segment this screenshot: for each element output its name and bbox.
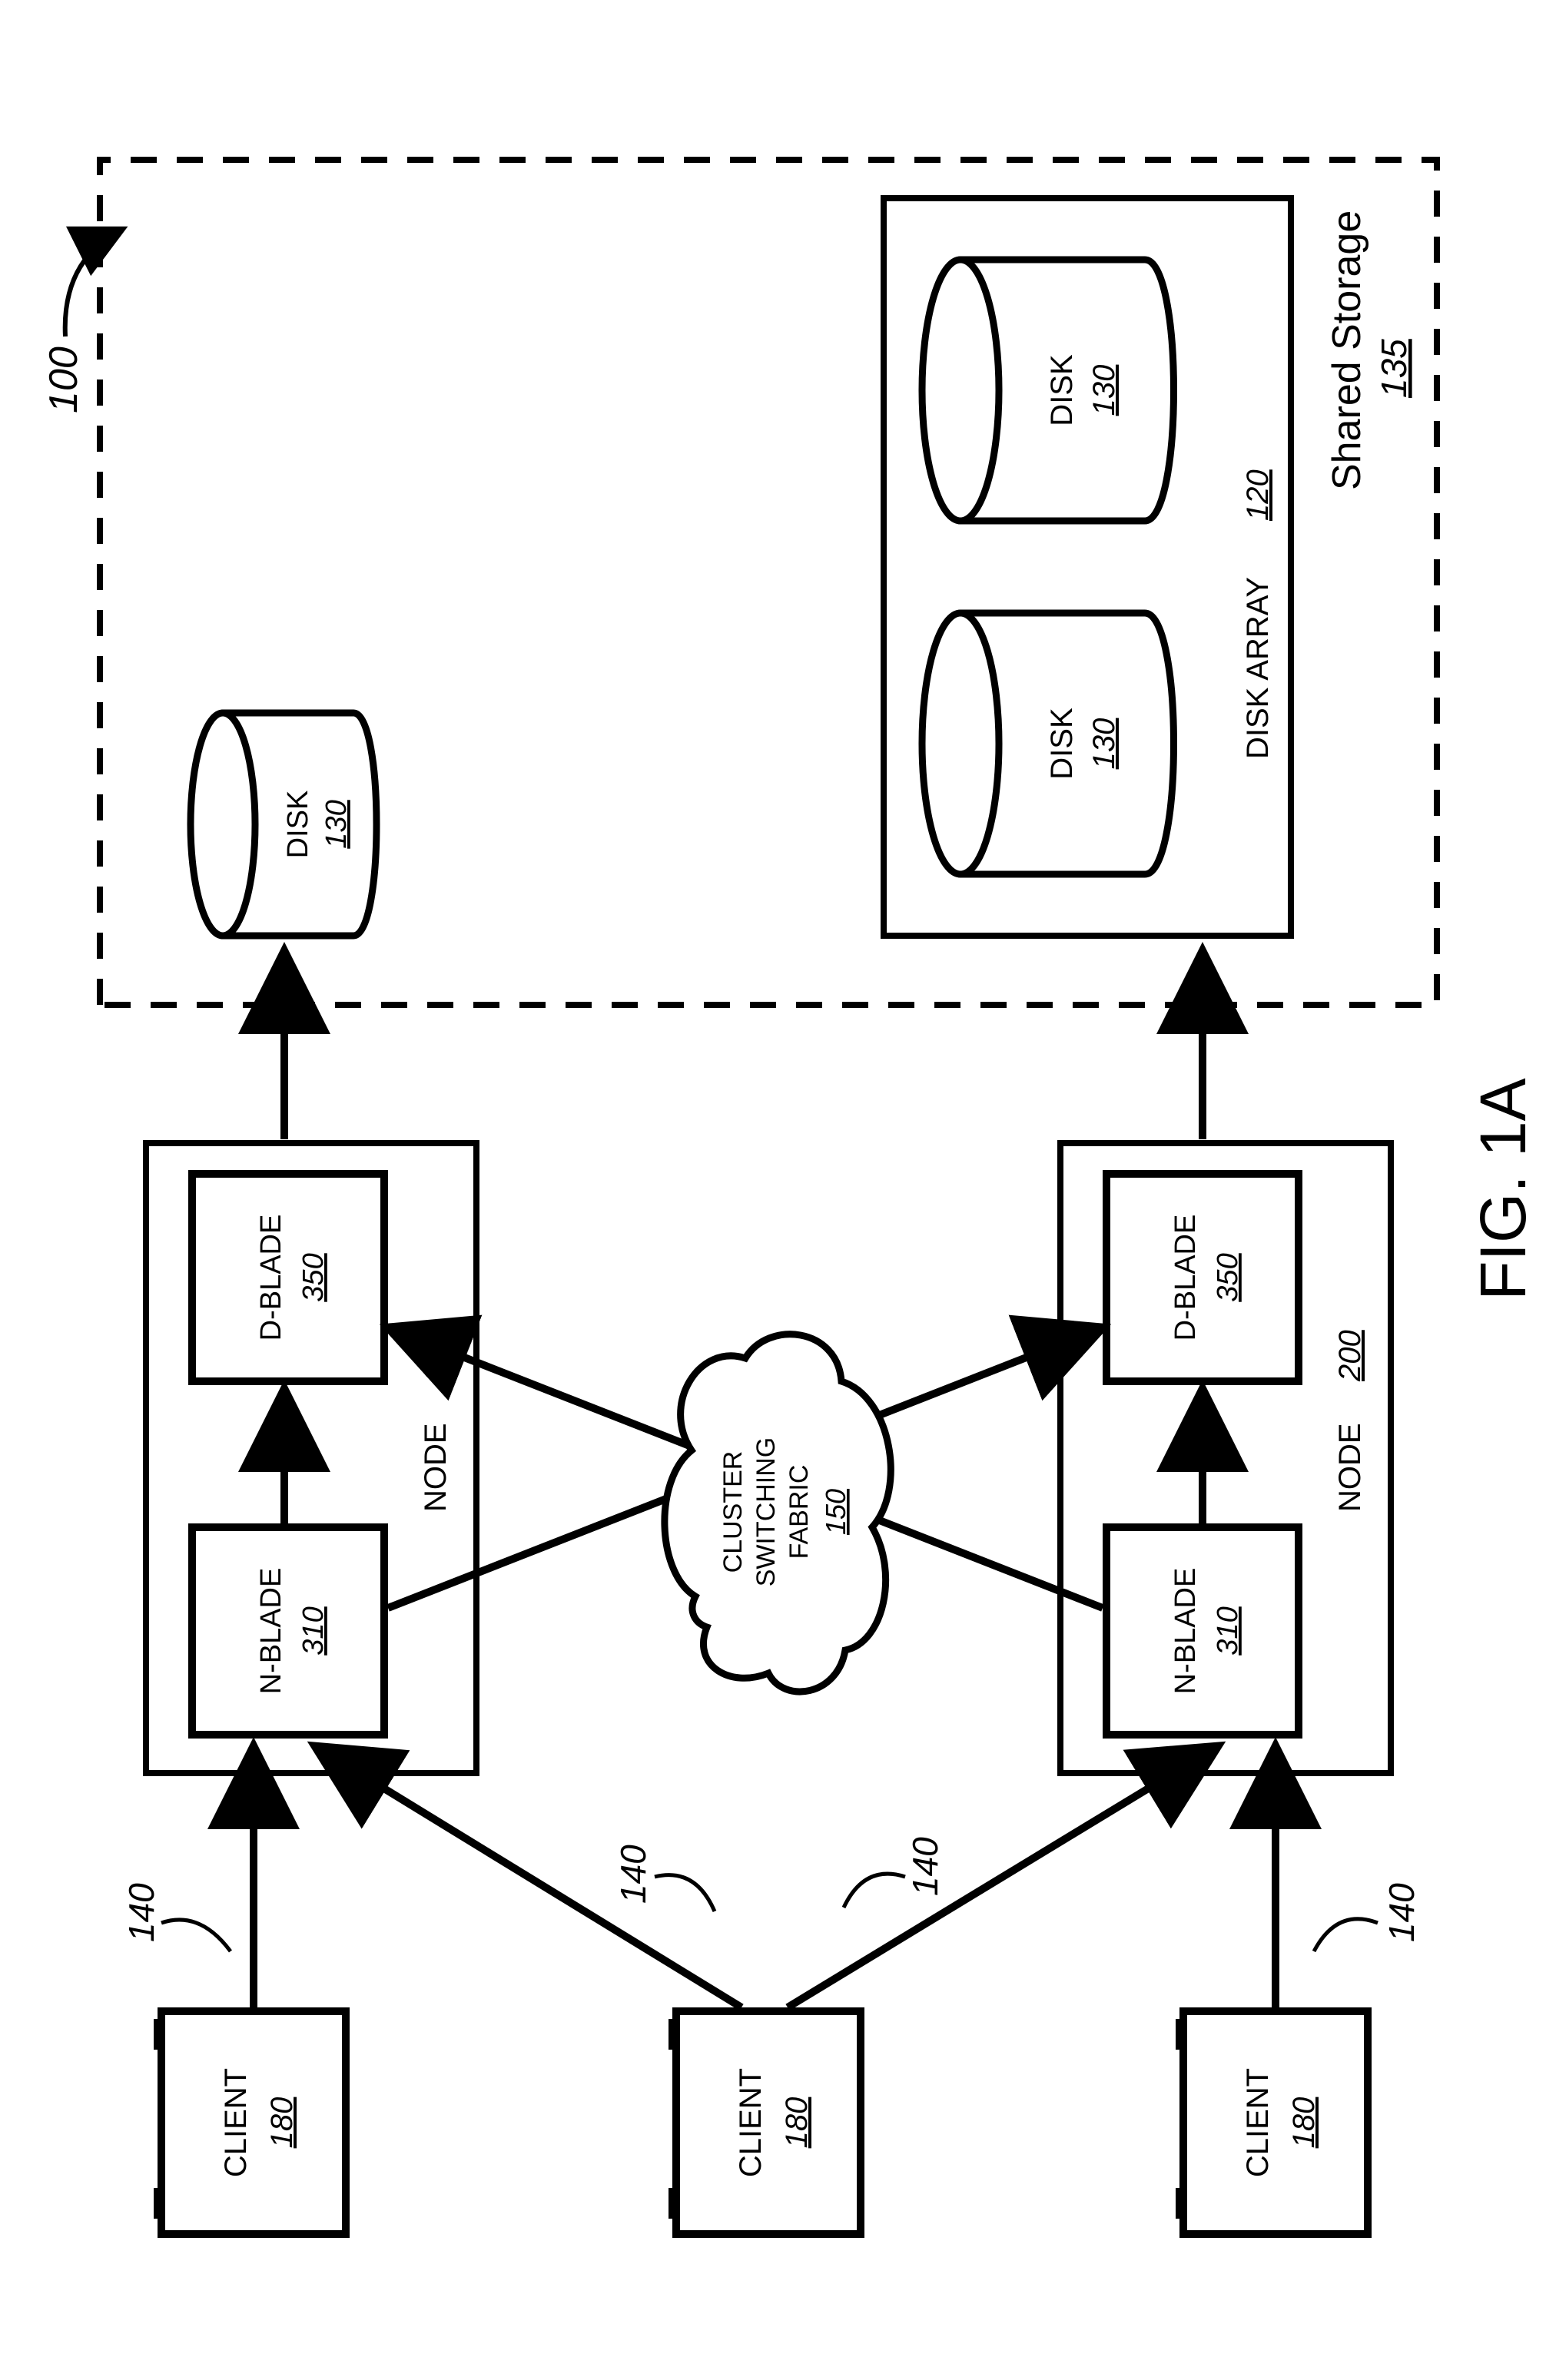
svg-text:D-BLADE: D-BLADE (255, 1215, 287, 1341)
svg-text:N-BLADE: N-BLADE (1169, 1568, 1202, 1695)
svg-text:130: 130 (1087, 718, 1121, 770)
client-box-1: CLIENT 180 (154, 2011, 346, 2234)
svg-text:NODE: NODE (419, 1423, 453, 1512)
svg-text:DISK: DISK (1045, 354, 1079, 426)
nblade-box-1: N-BLADE 310 (192, 1527, 384, 1735)
svg-text:CLIENT: CLIENT (734, 2068, 768, 2177)
client-box-3: CLIENT 180 (1176, 2011, 1368, 2234)
figure-label: FIG. 1A (1467, 1078, 1539, 1300)
svg-text:N-BLADE: N-BLADE (255, 1568, 287, 1695)
svg-text:SWITCHING: SWITCHING (751, 1437, 781, 1587)
svg-text:310: 310 (297, 1606, 330, 1655)
arrow-client2-nblade2 (788, 1746, 1218, 2007)
link-label-3: 140 (905, 1837, 945, 1896)
shared-storage-label: Shared Storage (1325, 210, 1369, 490)
svg-text:130: 130 (1087, 365, 1121, 416)
svg-text:180: 180 (265, 2097, 299, 2149)
disk-array-disk-2: DISK 130 (922, 260, 1174, 521)
client-box-2: CLIENT 180 (668, 2011, 861, 2234)
svg-text:310: 310 (1212, 1606, 1244, 1655)
svg-text:CLUSTER: CLUSTER (718, 1451, 748, 1573)
svg-text:120: 120 (1241, 469, 1275, 521)
dblade-box-1: D-BLADE 350 (192, 1174, 384, 1381)
dblade-box-2: D-BLADE 350 (1106, 1174, 1299, 1381)
link-label-1: 140 (121, 1883, 161, 1942)
svg-text:350: 350 (297, 1253, 330, 1301)
diagram-svg: CLIENT 180 CLIENT 180 CLIENT 180 140 140… (0, 0, 1546, 2380)
cluster-fabric-cloud: CLUSTER SWITCHING FABRIC 150 (665, 1334, 891, 1692)
shared-storage-ref: 135 (1374, 339, 1414, 398)
link-label-4: 140 (1382, 1883, 1422, 1942)
svg-text:DISK: DISK (282, 791, 314, 859)
svg-text:D-BLADE: D-BLADE (1169, 1215, 1202, 1341)
system-ref-label: 100 (41, 346, 86, 413)
svg-text:150: 150 (820, 1489, 851, 1535)
nblade-box-2: N-BLADE 310 (1106, 1527, 1299, 1735)
svg-text:180: 180 (780, 2097, 814, 2149)
disk-array-disk-1: DISK 130 (922, 613, 1174, 874)
disk-array-box: DISK ARRAY 120 DISK 130 DISK 130 (884, 198, 1291, 936)
disk-standalone: DISK 130 (191, 713, 377, 936)
svg-text:CLIENT: CLIENT (219, 2068, 253, 2177)
svg-text:200: 200 (1333, 1330, 1367, 1382)
svg-text:350: 350 (1212, 1253, 1244, 1301)
svg-text:CLIENT: CLIENT (1241, 2068, 1275, 2177)
svg-text:DISK: DISK (1045, 708, 1079, 780)
link-label-2: 140 (613, 1845, 653, 1904)
svg-text:DISK ARRAY: DISK ARRAY (1241, 577, 1275, 759)
svg-text:NODE: NODE (1333, 1423, 1367, 1512)
svg-text:130: 130 (320, 800, 353, 848)
system-ref-leader (65, 229, 123, 336)
svg-text:180: 180 (1287, 2097, 1321, 2149)
svg-text:FABRIC: FABRIC (785, 1465, 814, 1560)
